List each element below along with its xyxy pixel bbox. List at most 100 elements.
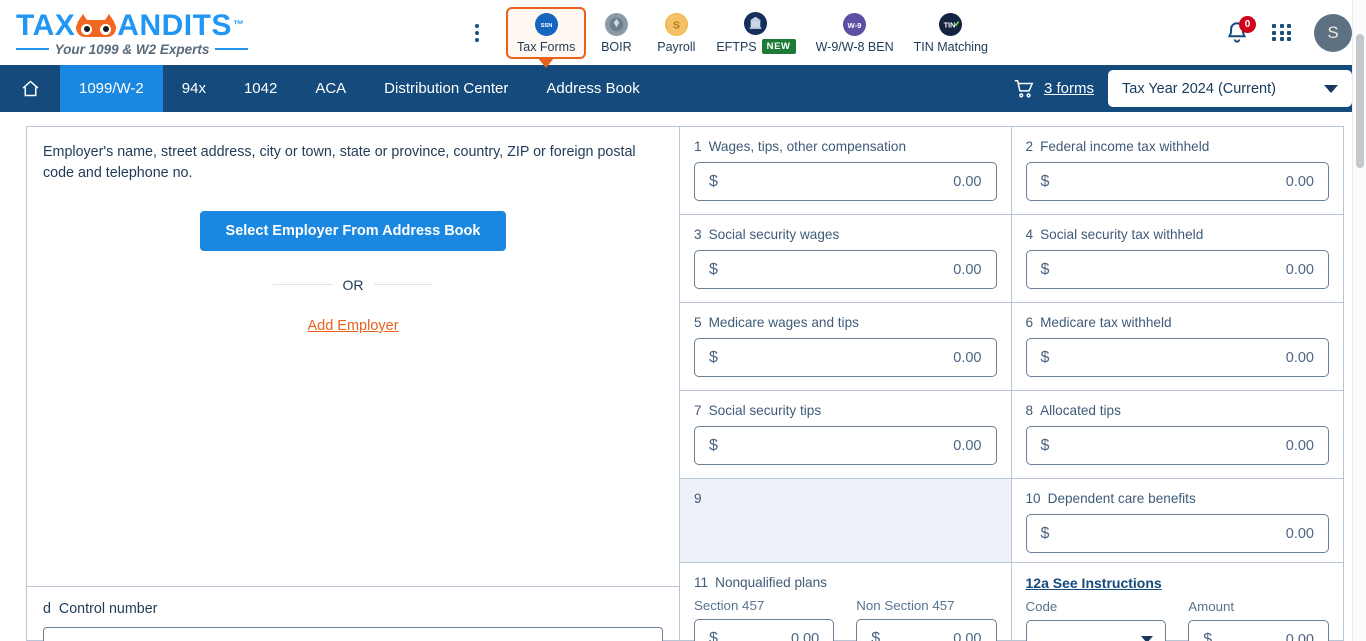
brand-name-part1: TAX <box>16 8 76 42</box>
amount-value: 0.00 <box>953 437 982 454</box>
product-tab-payroll[interactable]: S Payroll <box>646 8 706 58</box>
field-label: 6 Medicare tax withheld <box>1026 315 1330 330</box>
field-label: 3 Social security wages <box>694 227 997 242</box>
cart-forms-button[interactable]: 3 forms <box>1013 78 1094 100</box>
amount-input-3[interactable]: $ 0.00 <box>694 250 997 289</box>
box-number: 9 <box>694 491 702 506</box>
employer-panel: Employer's name, street address, city or… <box>26 126 679 641</box>
form-row: 9 10 Dependent care benefits $ 0.00 <box>680 479 1343 563</box>
nav-item-address-book[interactable]: Address Book <box>527 65 658 112</box>
field-label: 8 Allocated tips <box>1026 403 1330 418</box>
field-box-6: 6 Medicare tax withheld $ 0.00 <box>1012 303 1344 390</box>
code-label: Code <box>1025 599 1058 614</box>
field-box-1: 1 Wages, tips, other compensation $ 0.00 <box>680 127 1012 214</box>
svg-text:W-9: W-9 <box>848 20 862 29</box>
box-label: Nonqualified plans <box>715 575 827 590</box>
field-box-11: 11 Nonqualified plans Section 457 $ 0.00 <box>680 563 1012 641</box>
amount-input-6[interactable]: $ 0.00 <box>1025 338 1329 377</box>
svg-text:S: S <box>673 19 680 31</box>
nav-item-aca[interactable]: ACA <box>296 65 365 112</box>
svg-text:SSN: SSN <box>540 23 552 29</box>
nav-item-label: 1099/W-2 <box>79 80 144 97</box>
box-number: 10 <box>1025 491 1041 506</box>
box-number: 2 <box>1025 139 1034 154</box>
currency-symbol: $ <box>1040 260 1050 278</box>
product-tab-label: BOIR <box>601 39 632 54</box>
currency-symbol: $ <box>871 629 881 641</box>
field-box-3: 3 Social security wages $ 0.00 <box>680 215 1012 302</box>
currency-symbol: $ <box>709 172 718 190</box>
form-row: 5 Medicare wages and tips $ 0.00 6 Medic… <box>680 303 1343 391</box>
field-box-9: 9 <box>680 479 1012 562</box>
amount-value: 0.00 <box>953 630 982 641</box>
amount-value: 0.00 <box>1285 173 1314 190</box>
see-instructions-link[interactable]: 12a See Instructions <box>1026 575 1162 591</box>
brand-name-part2: ANDITS <box>117 8 232 42</box>
box-number: 4 <box>1025 227 1034 242</box>
product-tab-tax-forms[interactable]: SSN Tax Forms <box>506 6 587 59</box>
amount-value: 0.00 <box>1285 631 1314 641</box>
select-employer-button[interactable]: Select Employer From Address Book <box>199 210 507 251</box>
field-label: 7 Social security tips <box>694 403 997 418</box>
notifications-button[interactable]: 0 <box>1224 15 1256 46</box>
field-label: 11 Nonqualified plans <box>694 575 997 590</box>
scrollbar-thumb[interactable] <box>1356 34 1364 168</box>
form-page: Employer's name, street address, city or… <box>0 112 1366 641</box>
product-tab-w9-w8ben[interactable]: W-9 W-9/W-8 BEN <box>806 8 904 58</box>
amount-value: 0.00 <box>1285 525 1314 542</box>
more-vertical-icon[interactable] <box>464 23 490 42</box>
box-12a-inputs: Code Amount $ 0.00 <box>1025 599 1329 641</box>
main-navigation: 1099/W-2 94x 1042 ACA Distribution Cente… <box>0 65 1366 112</box>
amount-input-12a[interactable]: $ 0.00 <box>1188 620 1329 641</box>
product-tab-tin-matching[interactable]: TIN TIN Matching <box>904 8 998 58</box>
field-box-7: 7 Social security tips $ 0.00 <box>680 391 1012 478</box>
trademark-symbol: ™ <box>232 19 245 31</box>
avatar[interactable]: S <box>1314 13 1352 52</box>
amount-input-5[interactable]: $ 0.00 <box>694 338 997 377</box>
amount-input-4[interactable]: $ 0.00 <box>1025 250 1329 289</box>
product-tab-label: W-9/W-8 BEN <box>815 39 894 54</box>
top-header: TAX ANDITS ™ Your 1099 & W2 Experts SSN … <box>0 0 1366 65</box>
amount-input-10[interactable]: $ 0.00 <box>1025 514 1329 553</box>
brand-tagline: Your 1099 & W2 Experts <box>54 41 210 57</box>
amount-input-1[interactable]: $ 0.00 <box>694 162 997 201</box>
grid-apps-icon[interactable] <box>1272 24 1292 41</box>
non-section-457-input[interactable]: $ 0.00 <box>856 619 997 641</box>
box-label: Dependent care benefits <box>1047 491 1196 506</box>
notification-count: 0 <box>1239 15 1256 33</box>
amount-input-8[interactable]: $ 0.00 <box>1025 426 1329 465</box>
tax-year-select[interactable]: Tax Year 2024 (Current) <box>1108 70 1352 107</box>
amount-value: 0.00 <box>1285 349 1314 366</box>
nav-item-1099-w2[interactable]: 1099/W-2 <box>60 65 163 112</box>
nav-item-1042[interactable]: 1042 <box>225 65 296 112</box>
amount-input-2[interactable]: $ 0.00 <box>1025 162 1329 201</box>
amount-label: Amount <box>1188 599 1235 614</box>
section-457-group: Section 457 $ 0.00 <box>694 598 835 641</box>
home-icon[interactable] <box>0 65 60 112</box>
eftps-icon <box>744 12 768 35</box>
shopping-cart-icon <box>1014 79 1034 98</box>
code-select[interactable] <box>1025 620 1167 641</box>
box-label: Social security wages <box>708 227 840 242</box>
box-number: 3 <box>694 227 702 242</box>
brand-logo[interactable]: TAX ANDITS ™ Your 1099 & W2 Experts <box>16 9 248 57</box>
or-divider: OR <box>273 277 433 293</box>
page-scrollbar[interactable] <box>1352 0 1366 641</box>
product-tab-boir[interactable]: BOIR <box>586 8 646 58</box>
w9-icon: W-9 <box>843 12 867 36</box>
nonqualified-plans-inputs: Section 457 $ 0.00 Non Section 457 $ 0.0… <box>694 598 997 641</box>
add-employer-link[interactable]: Add Employer <box>43 318 663 334</box>
field-box-12a: 12a See Instructions Code Amount $ 0.00 <box>1012 563 1344 641</box>
nav-item-label: 1042 <box>243 80 278 97</box>
currency-symbol: $ <box>709 436 718 454</box>
amount-input-7[interactable]: $ 0.00 <box>694 426 997 465</box>
control-number-input[interactable] <box>43 627 663 641</box>
product-tab-eftps[interactable]: EFTPS NEW <box>706 7 805 58</box>
non-section-457-label: Non Section 457 <box>856 598 955 613</box>
section-457-input[interactable]: $ 0.00 <box>694 619 835 641</box>
nav-item-distribution-center[interactable]: Distribution Center <box>365 65 527 112</box>
eftps-label-row: EFTPS NEW <box>716 39 796 54</box>
nav-item-94x[interactable]: 94x <box>163 65 225 112</box>
field-label: 2 Federal income tax withheld <box>1026 139 1330 154</box>
field-label: 9 <box>694 491 997 506</box>
